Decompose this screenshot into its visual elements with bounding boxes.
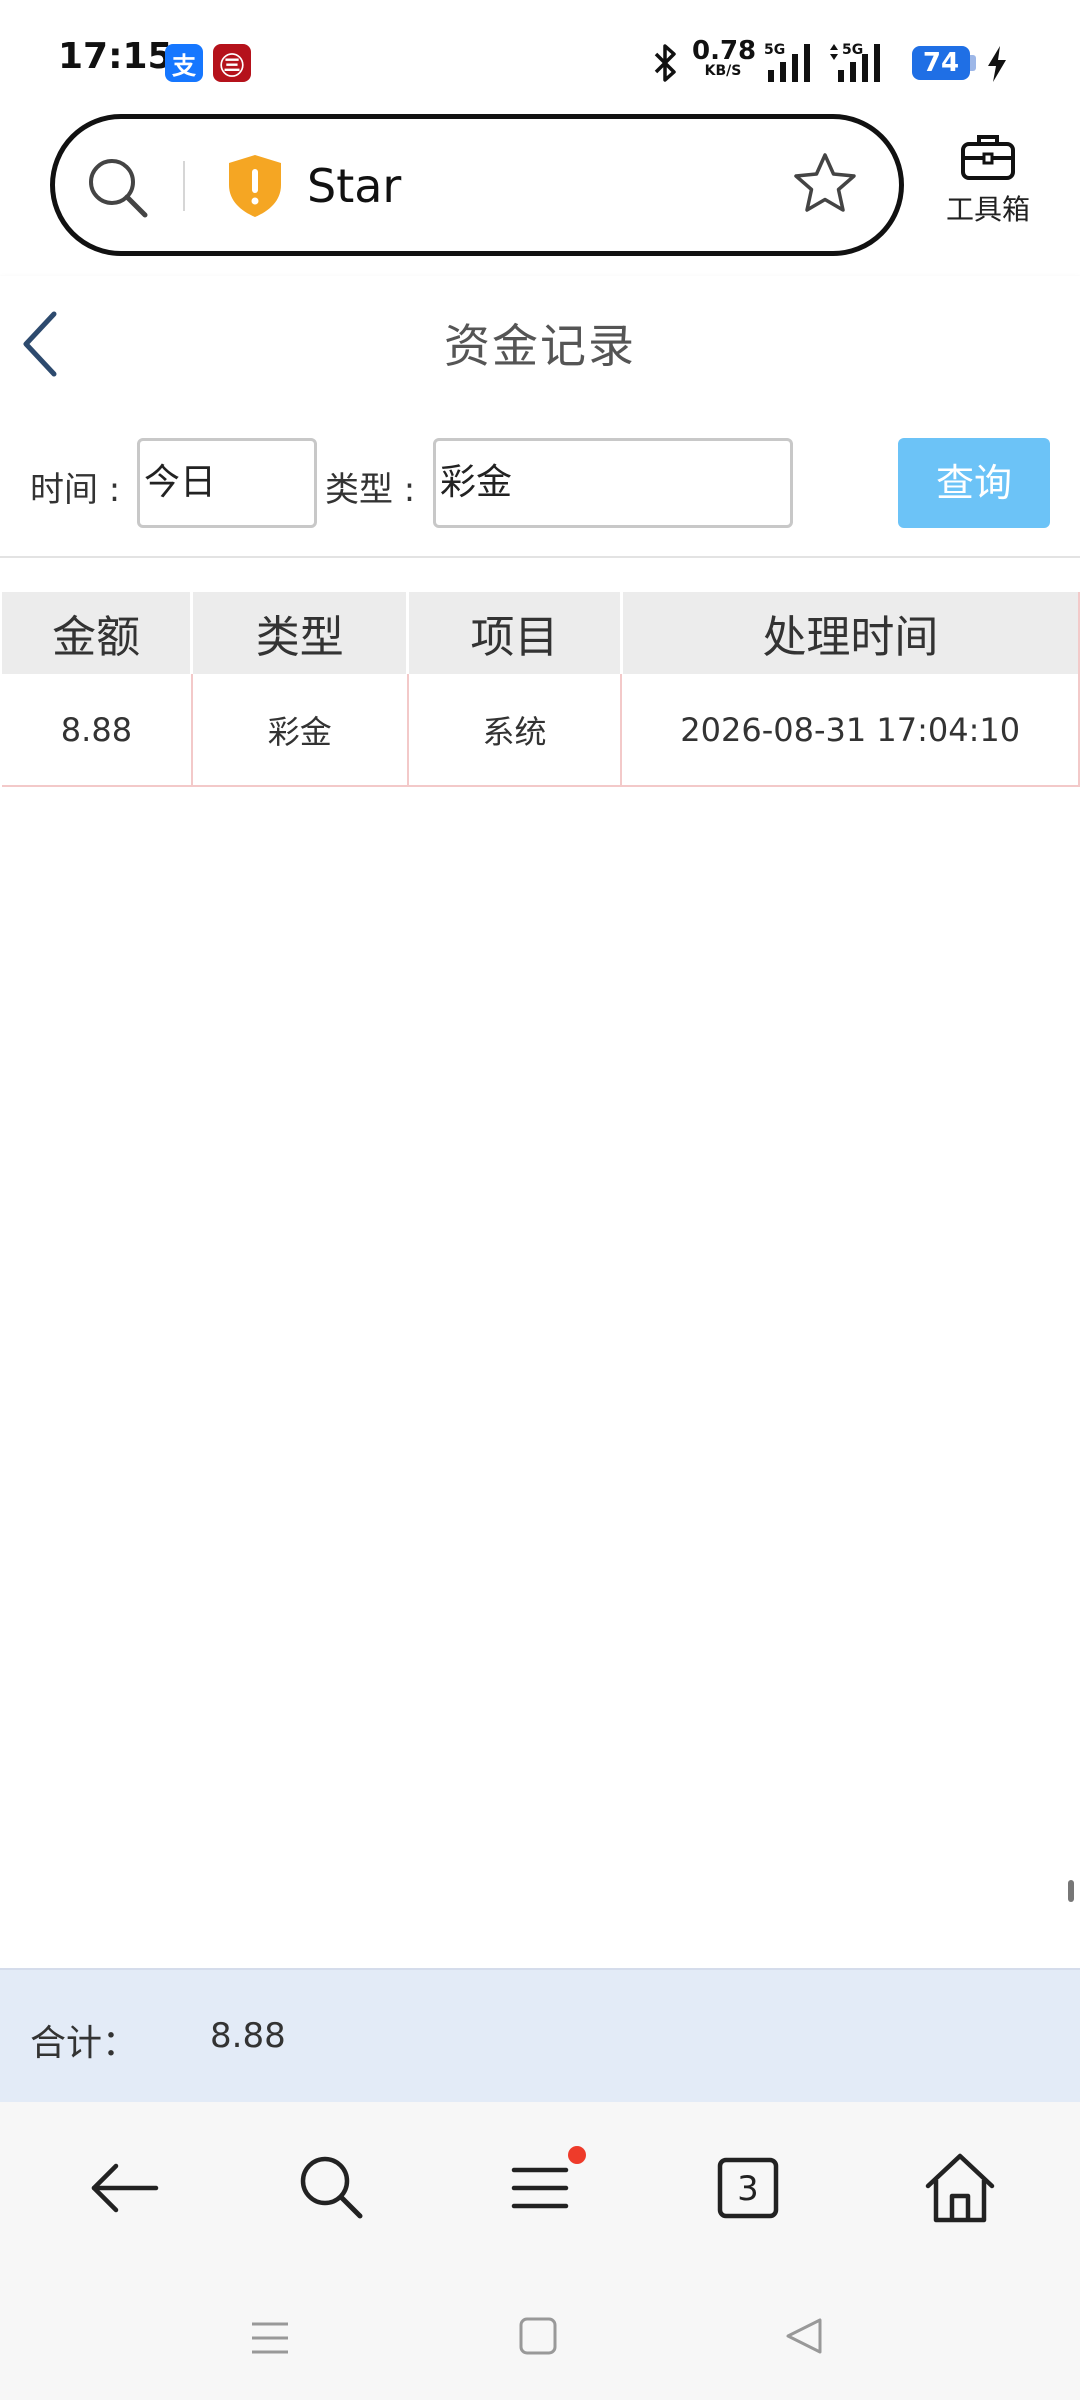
net-speed-value: 0.78 bbox=[692, 36, 757, 66]
cell-time: 2026-08-31 17:04:10 bbox=[621, 674, 1080, 787]
summary-label: 合计： bbox=[30, 2023, 139, 2064]
tab-count: 3 bbox=[737, 2169, 759, 2209]
menu-icon bbox=[511, 2167, 569, 2209]
column-header-time: 处理时间 bbox=[621, 592, 1080, 674]
signal-2-label: 5G bbox=[842, 42, 863, 58]
toolbox-button[interactable]: 工具箱 bbox=[936, 132, 1040, 228]
charging-icon bbox=[988, 46, 1006, 82]
notification-dot bbox=[568, 2146, 586, 2164]
status-bar: 17:15 支 ㊂ 0.78 KB/S 5G 5G 74 bbox=[0, 0, 1080, 110]
system-nav-bar bbox=[0, 2272, 1080, 2400]
type-filter-label: 类型 : bbox=[325, 470, 416, 510]
warning-shield-icon[interactable] bbox=[225, 153, 285, 219]
bluetooth-icon bbox=[654, 44, 676, 82]
time-select[interactable]: 今日 bbox=[137, 438, 317, 528]
filter-row: 时间 : 今日 类型 : 彩金 查询 bbox=[0, 406, 1080, 558]
address-bar[interactable]: Star bbox=[50, 114, 904, 256]
type-select[interactable]: 彩金 bbox=[433, 438, 793, 528]
address-divider bbox=[183, 161, 185, 211]
search-icon[interactable] bbox=[292, 2148, 372, 2228]
toolbox-label: 工具箱 bbox=[945, 193, 1030, 226]
net-speed: 0.78 KB/S bbox=[692, 36, 757, 79]
cell-type: 彩金 bbox=[191, 674, 409, 787]
time-filter-label: 时间 : bbox=[30, 470, 121, 510]
column-header-item: 项目 bbox=[407, 592, 623, 674]
search-icon[interactable] bbox=[85, 155, 151, 221]
bank-app-icon: ㊂ bbox=[213, 44, 251, 82]
net-speed-unit: KB/S bbox=[704, 63, 742, 79]
status-time: 17:15 bbox=[58, 36, 173, 77]
cell-amount: 8.88 bbox=[2, 674, 193, 787]
recents-icon[interactable] bbox=[248, 2316, 292, 2360]
signal-1-label: 5G bbox=[764, 42, 785, 58]
page-title: 资金记录 bbox=[444, 319, 636, 373]
cell-item: 系统 bbox=[407, 674, 623, 787]
scrollbar[interactable] bbox=[1068, 1880, 1074, 1902]
table-header-row: 金额 类型 项目 处理时间 bbox=[2, 592, 1080, 674]
battery-level: 74 bbox=[912, 46, 970, 80]
url-text[interactable]: Star bbox=[307, 159, 401, 213]
home-square-icon[interactable] bbox=[516, 2314, 560, 2358]
back-arrow-icon[interactable] bbox=[84, 2148, 164, 2228]
records-table: 金额 类型 项目 处理时间 8.88 彩金 系统 2026-08-31 17:0… bbox=[2, 592, 1080, 787]
star-icon[interactable] bbox=[790, 149, 860, 219]
column-header-type: 类型 bbox=[191, 592, 410, 674]
browser-toolbar: 3 bbox=[0, 2102, 1080, 2272]
alipay-icon: 支 bbox=[165, 44, 203, 82]
menu-button[interactable] bbox=[500, 2146, 586, 2228]
back-triangle-icon[interactable] bbox=[782, 2314, 826, 2358]
toolbox-icon bbox=[961, 135, 1015, 180]
signal-icon-2: 5G bbox=[830, 42, 880, 82]
page-header: 资金记录 bbox=[0, 276, 1080, 406]
battery-icon: 74 bbox=[912, 46, 976, 80]
summary-value: 8.88 bbox=[210, 2016, 286, 2056]
column-header-amount: 金额 bbox=[2, 592, 194, 674]
signal-icon: 5G bbox=[764, 42, 810, 82]
tabs-icon[interactable]: 3 bbox=[708, 2148, 788, 2228]
query-button[interactable]: 查询 bbox=[898, 438, 1050, 528]
home-icon[interactable] bbox=[920, 2148, 1000, 2228]
table-row: 8.88 彩金 系统 2026-08-31 17:04:10 bbox=[2, 674, 1080, 787]
summary-bar: 合计： 8.88 bbox=[0, 1968, 1080, 2102]
